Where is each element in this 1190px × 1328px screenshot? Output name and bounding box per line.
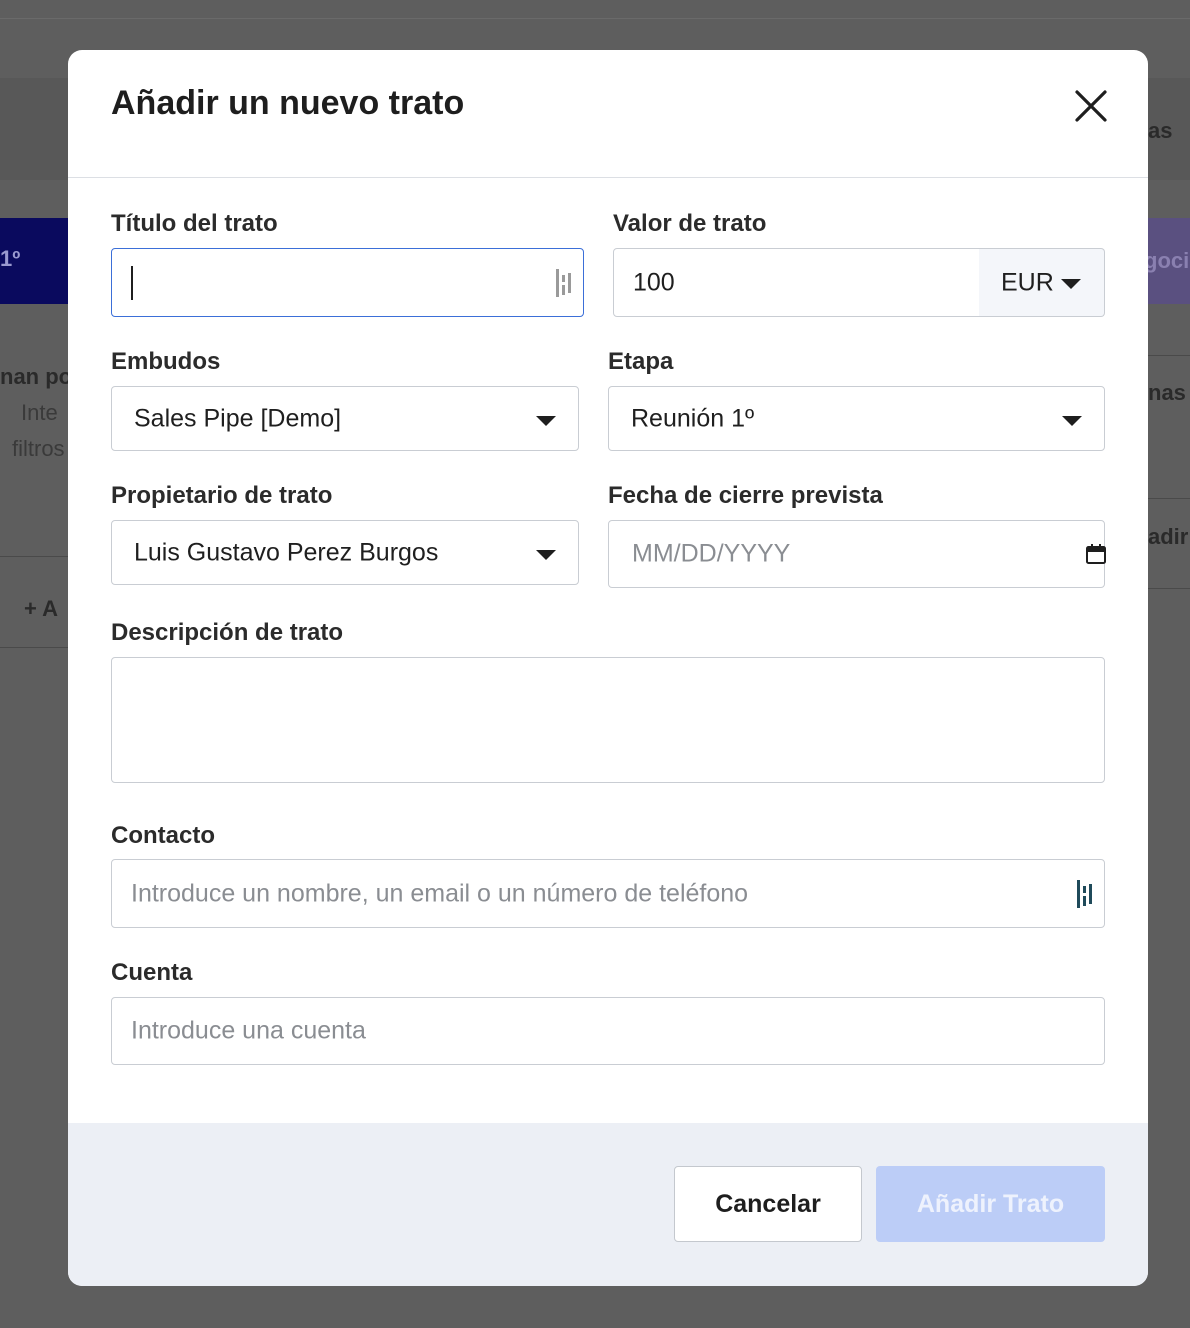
background-left-text-2: Inte: [21, 400, 58, 425]
close-icon: [1075, 90, 1107, 122]
chevron-down-icon: [1061, 279, 1081, 289]
background-stage-column-left: 1º: [0, 218, 68, 304]
owner-label: Propietario de trato: [111, 482, 333, 509]
background-left-text-1: nan po: [0, 364, 73, 389]
account-label: Cuenta: [111, 959, 193, 986]
modal-header: Añadir un nuevo trato: [68, 50, 1148, 178]
deal-title-label: Título del trato: [111, 210, 278, 237]
autofill-extension-icon[interactable]: [554, 269, 576, 297]
cancel-button[interactable]: Cancelar: [674, 1166, 862, 1242]
background-add-button: + A: [24, 596, 59, 621]
deal-title-input[interactable]: [111, 248, 584, 317]
deal-value-text: 100: [633, 268, 675, 296]
add-deal-button[interactable]: Añadir Trato: [876, 1166, 1105, 1242]
currency-select[interactable]: EUR: [979, 248, 1105, 317]
autofill-extension-icon[interactable]: [1075, 880, 1097, 908]
pipeline-select[interactable]: Sales Pipe [Demo]: [111, 386, 579, 451]
owner-select[interactable]: Luis Gustavo Perez Burgos: [111, 520, 579, 585]
background-stage-label-left: 1º: [0, 246, 21, 271]
pipeline-value: Sales Pipe [Demo]: [134, 404, 342, 432]
background-right-text-1: nas: [1148, 380, 1186, 405]
stage-label: Etapa: [608, 348, 674, 375]
stage-select[interactable]: Reunión 1º: [608, 386, 1105, 451]
background-stage-column-right: goci: [1144, 218, 1190, 304]
close-date-placeholder: MM/DD/YYYY: [632, 539, 791, 568]
account-input[interactable]: Introduce una cuenta: [111, 997, 1105, 1065]
stage-value: Reunión 1º: [631, 404, 755, 432]
currency-value: EUR: [1001, 268, 1054, 296]
add-deal-modal: Añadir un nuevo trato Título del trato V…: [68, 50, 1148, 1286]
modal-title: Añadir un nuevo trato: [111, 84, 465, 122]
text-cursor: [131, 266, 133, 300]
contact-input[interactable]: Introduce un nombre, un email o un númer…: [111, 859, 1105, 928]
description-label: Descripción de trato: [111, 619, 344, 646]
chevron-down-icon: [1062, 416, 1082, 426]
background-stage-label-right: goci: [1144, 248, 1190, 273]
pipeline-label: Embudos: [111, 348, 221, 375]
background-left-text-3: filtros: [12, 436, 65, 461]
calendar-icon[interactable]: [1086, 544, 1106, 564]
owner-value: Luis Gustavo Perez Burgos: [134, 538, 439, 566]
contact-label: Contacto: [111, 822, 215, 849]
background-header-text: as: [1148, 118, 1173, 143]
close-button[interactable]: [1071, 86, 1111, 126]
deal-value-input[interactable]: 100: [613, 248, 980, 317]
account-placeholder: Introduce una cuenta: [131, 1016, 366, 1045]
deal-value-label: Valor de trato: [613, 210, 767, 237]
description-textarea[interactable]: [111, 657, 1105, 783]
modal-footer: Cancelar Añadir Trato: [68, 1123, 1148, 1286]
chevron-down-icon: [536, 416, 556, 426]
chevron-down-icon: [536, 550, 556, 560]
close-date-input[interactable]: MM/DD/YYYY: [608, 520, 1106, 588]
background-right-text-2: adir: [1148, 524, 1189, 549]
contact-placeholder: Introduce un nombre, un email o un númer…: [131, 879, 749, 907]
close-date-label: Fecha de cierre prevista: [608, 482, 883, 509]
